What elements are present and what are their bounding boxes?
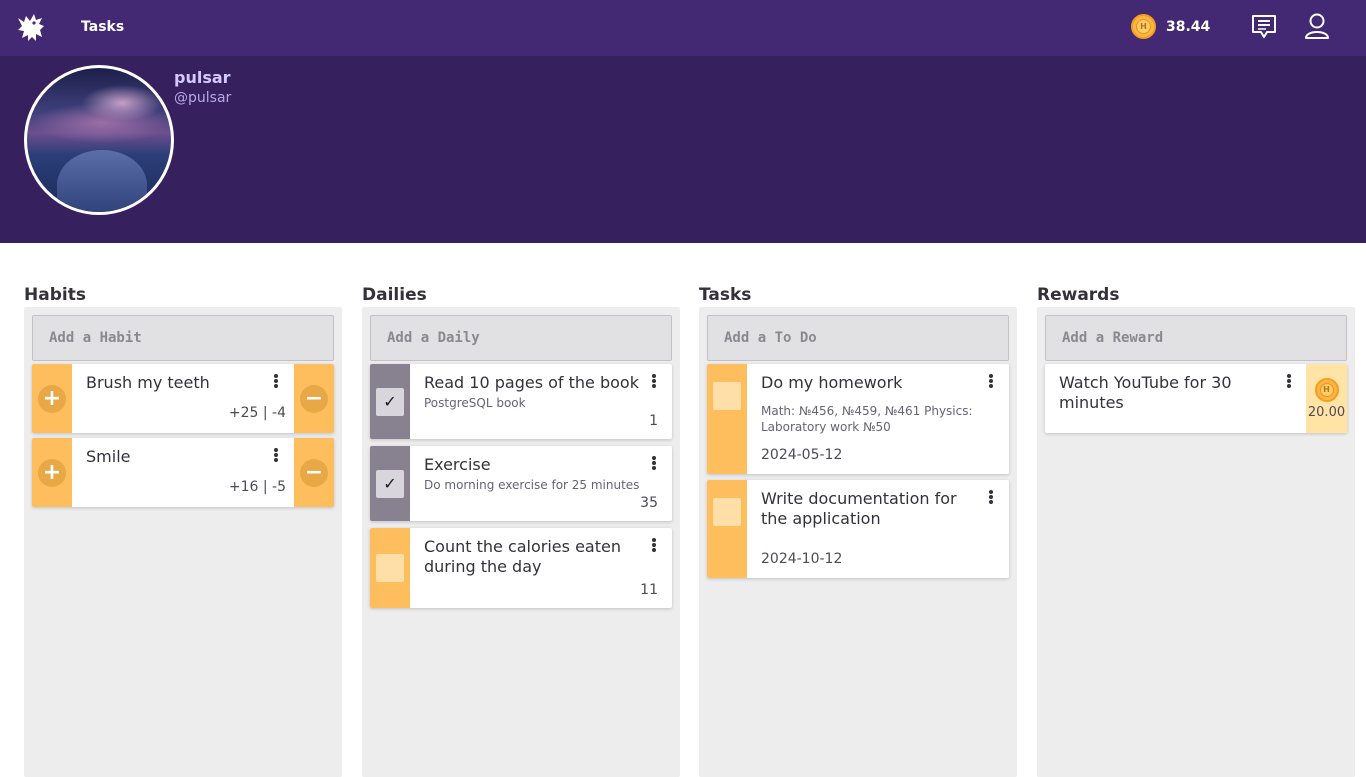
- reward-card[interactable]: Watch YouTube for 30 minutes H 20.00: [1045, 364, 1347, 433]
- daily-streak: 11: [640, 582, 658, 598]
- habit-score: +16 | -5: [228, 479, 286, 495]
- habits-title: Habits: [24, 285, 86, 305]
- add-reward-input[interactable]: Add a Reward: [1045, 315, 1347, 361]
- checkmark-icon[interactable]: ✓: [376, 469, 404, 498]
- plus-icon[interactable]: +: [38, 384, 66, 413]
- habit-minus-control[interactable]: −: [294, 438, 334, 507]
- more-options-icon[interactable]: [650, 538, 658, 554]
- more-options-icon[interactable]: [987, 374, 995, 390]
- todo-notes: Math: №456, №459, №461 Physics: Laborato…: [761, 404, 973, 434]
- todo-due-date: 2024-05-12: [761, 447, 843, 463]
- dailies-column: Dailies Add a Daily ✓ Read 10 pages of t…: [362, 285, 680, 777]
- more-options-icon[interactable]: [650, 456, 658, 472]
- habits-column: Habits Add a Habit + Brush my teeth +25 …: [24, 285, 342, 777]
- checkmark-icon[interactable]: ✓: [376, 387, 404, 416]
- daily-card[interactable]: ✓ Exercise Do morning exercise for 25 mi…: [370, 446, 672, 521]
- todo-checkbox-area[interactable]: [707, 480, 747, 578]
- top-navigation-bar: Tasks H 38.44: [0, 0, 1366, 56]
- more-options-icon[interactable]: [650, 374, 658, 390]
- minus-icon[interactable]: −: [300, 384, 328, 413]
- todo-checkbox-area[interactable]: [707, 364, 747, 474]
- habit-minus-control[interactable]: −: [294, 364, 334, 433]
- gold-balance: H 38.44: [1131, 14, 1210, 39]
- todo-card[interactable]: Write documentation for the application …: [707, 480, 1009, 578]
- messages-icon[interactable]: [1251, 13, 1277, 41]
- unchecked-box-icon[interactable]: [376, 554, 404, 582]
- minus-icon[interactable]: −: [300, 458, 328, 487]
- daily-streak: 35: [640, 495, 658, 511]
- unchecked-box-icon[interactable]: [713, 498, 741, 526]
- profile-name[interactable]: pulsar: [174, 68, 231, 87]
- habit-card[interactable]: + Smile +16 | -5 −: [32, 438, 334, 507]
- habit-text: Brush my teeth: [86, 373, 210, 392]
- plus-icon[interactable]: +: [38, 458, 66, 487]
- todo-due-date: 2024-10-12: [761, 551, 843, 567]
- nav-tasks-link[interactable]: Tasks: [81, 19, 124, 35]
- buy-reward-button[interactable]: H 20.00: [1306, 364, 1347, 433]
- todos-list: Add a To Do Do my homework Math: №456, №…: [699, 307, 1017, 777]
- more-options-icon[interactable]: [272, 374, 280, 390]
- coin-icon: H: [1314, 377, 1339, 402]
- dailies-list: Add a Daily ✓ Read 10 pages of the book …: [362, 307, 680, 777]
- reward-text: Watch YouTube for 30 minutes: [1059, 373, 1232, 412]
- daily-notes: PostgreSQL book: [424, 396, 526, 410]
- profile-header: pulsar @pulsar: [0, 56, 1366, 243]
- gold-amount: 38.44: [1166, 18, 1211, 35]
- habit-card[interactable]: + Brush my teeth +25 | -4 −: [32, 364, 334, 433]
- daily-text: Count the calories eaten during the day: [424, 537, 621, 576]
- user-icon[interactable]: [1304, 12, 1330, 40]
- habit-score: +25 | -4: [228, 405, 286, 421]
- rewards-title: Rewards: [1037, 285, 1120, 305]
- avatar-road-image: [57, 150, 147, 212]
- daily-checkbox-area[interactable]: [370, 528, 410, 608]
- daily-text: Read 10 pages of the book: [424, 373, 639, 392]
- reward-price: 20.00: [1307, 404, 1346, 420]
- logo-icon[interactable]: [14, 10, 50, 46]
- avatar[interactable]: [24, 65, 174, 215]
- daily-checkbox-area[interactable]: ✓: [370, 446, 410, 521]
- daily-card[interactable]: ✓ Read 10 pages of the book PostgreSQL b…: [370, 364, 672, 439]
- add-daily-input[interactable]: Add a Daily: [370, 315, 672, 361]
- more-options-icon[interactable]: [987, 490, 995, 506]
- coin-letter: H: [1136, 19, 1151, 34]
- daily-text: Exercise: [424, 455, 491, 474]
- add-habit-input[interactable]: Add a Habit: [32, 315, 334, 361]
- todo-text: Do my homework: [761, 373, 903, 392]
- daily-checkbox-area[interactable]: ✓: [370, 364, 410, 439]
- todo-text: Write documentation for the application: [761, 489, 957, 528]
- add-todo-input[interactable]: Add a To Do: [707, 315, 1009, 361]
- more-options-icon[interactable]: [272, 448, 280, 464]
- todos-column: Tasks Add a To Do Do my homework Math: №…: [699, 285, 1017, 777]
- habits-list: Add a Habit + Brush my teeth +25 | -4 − …: [24, 307, 342, 777]
- dailies-title: Dailies: [362, 285, 427, 305]
- todos-title: Tasks: [699, 285, 752, 305]
- more-options-icon[interactable]: [1285, 374, 1293, 390]
- daily-card[interactable]: Count the calories eaten during the day …: [370, 528, 672, 608]
- rewards-column: Rewards Add a Reward Watch YouTube for 3…: [1037, 285, 1355, 777]
- habit-plus-control[interactable]: +: [32, 438, 72, 507]
- coin-icon: H: [1131, 14, 1156, 39]
- daily-streak: 1: [649, 413, 658, 429]
- profile-handle: @pulsar: [174, 90, 232, 106]
- rewards-list: Add a Reward Watch YouTube for 30 minute…: [1037, 307, 1355, 777]
- habit-plus-control[interactable]: +: [32, 364, 72, 433]
- coin-letter: H: [1319, 382, 1334, 397]
- unchecked-box-icon[interactable]: [713, 382, 741, 410]
- habit-text: Smile: [86, 447, 131, 466]
- daily-notes: Do morning exercise for 25 minutes: [424, 478, 640, 492]
- todo-card[interactable]: Do my homework Math: №456, №459, №461 Ph…: [707, 364, 1009, 474]
